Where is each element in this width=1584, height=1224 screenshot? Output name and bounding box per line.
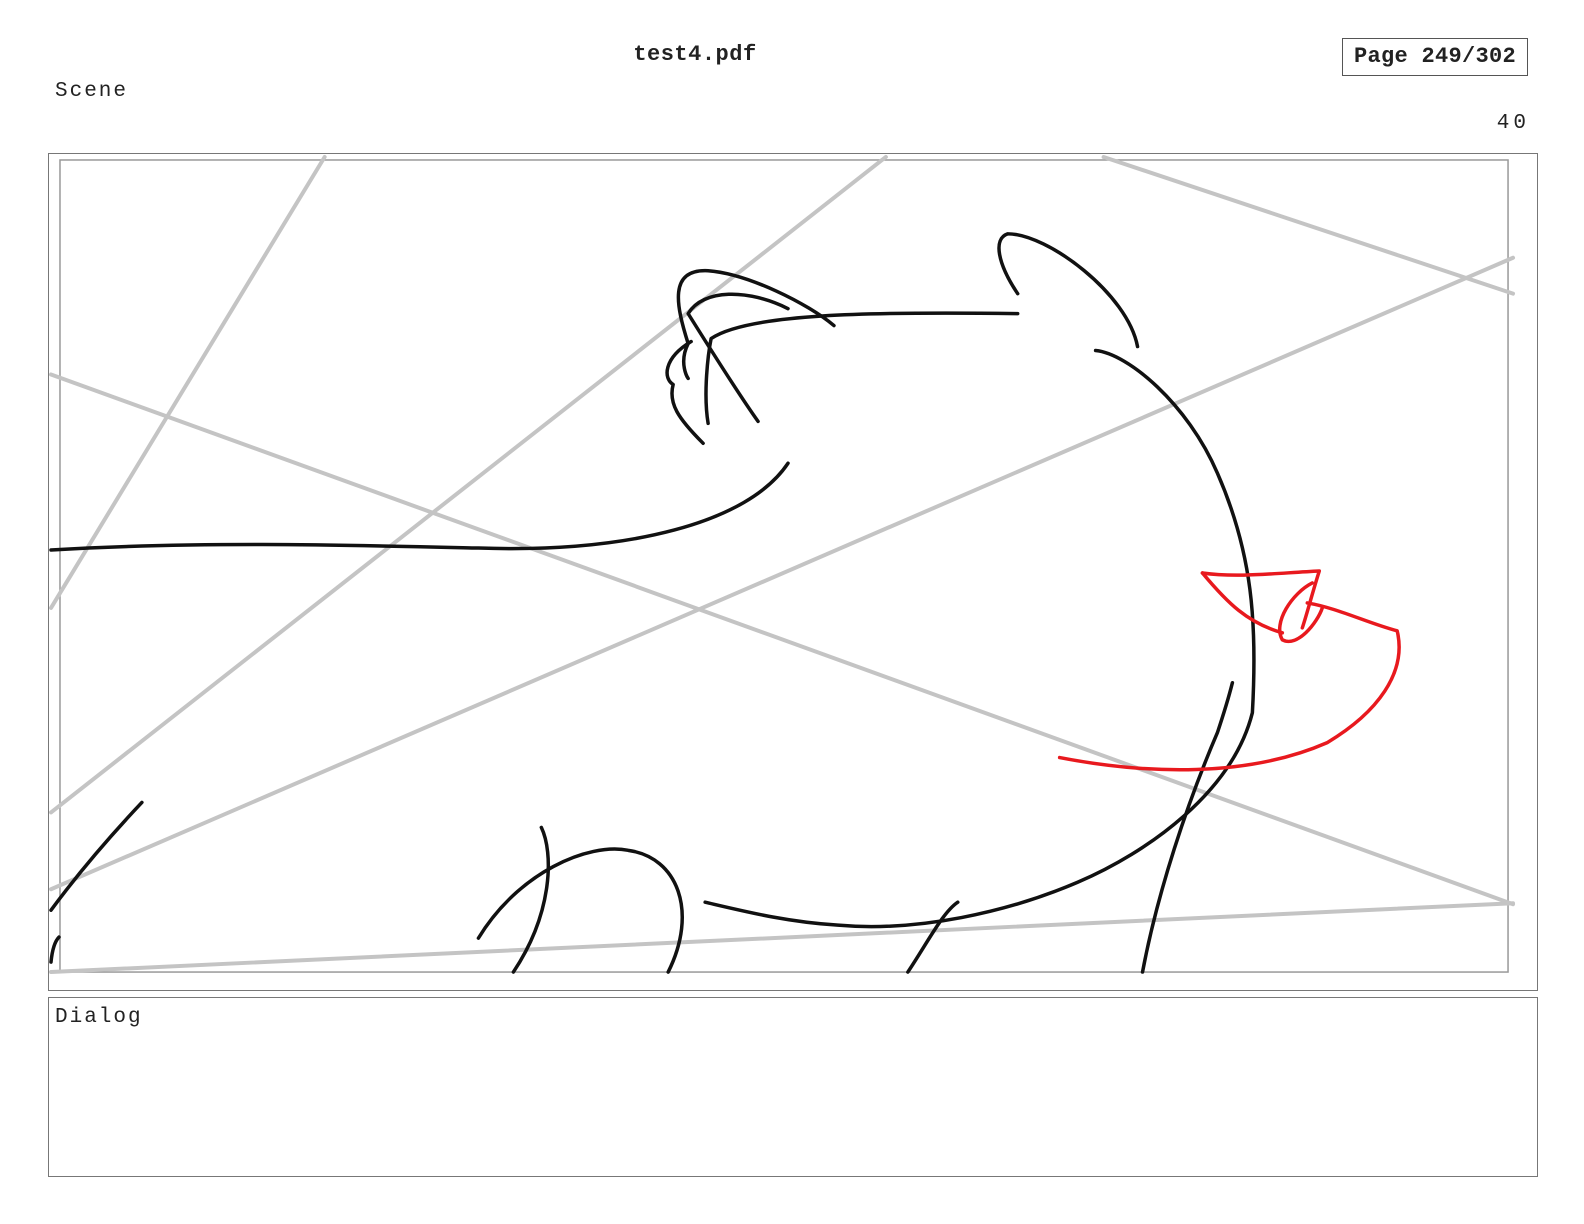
sketch-stroke [703,348,1256,929]
scene-number: 40 [1496,112,1530,135]
sketch-stroke [906,900,960,974]
sketch-stroke [686,292,790,424]
correction-stroke [1278,581,1325,644]
dialog-box: Dialog [48,997,1538,1177]
guide-line [49,154,888,815]
panel-sketch [49,154,1516,975]
document-title: test4.pdf [633,42,757,67]
storyboard-panel [48,153,1538,991]
guide-line [49,154,327,610]
correction-stroke [1057,601,1401,772]
perspective-guides [49,154,1516,975]
guide-line [1101,154,1516,296]
sketch-stroke [704,311,1020,426]
correction-sketch [1057,569,1401,772]
guide-line [49,901,1516,975]
scene-label: Scene [55,80,129,103]
dialog-label: Dialog [55,1006,143,1029]
page-indicator: Page 249/302 [1342,38,1528,76]
sketch-stroke [997,232,1140,349]
safe-area-frame [59,159,1509,973]
correction-stroke [1200,569,1322,630]
correction-stroke [1200,571,1285,635]
sketch-stroke [476,847,684,974]
character-sketch [49,232,1256,974]
sketch-stroke [1140,680,1235,974]
sketch-stroke [49,935,61,964]
